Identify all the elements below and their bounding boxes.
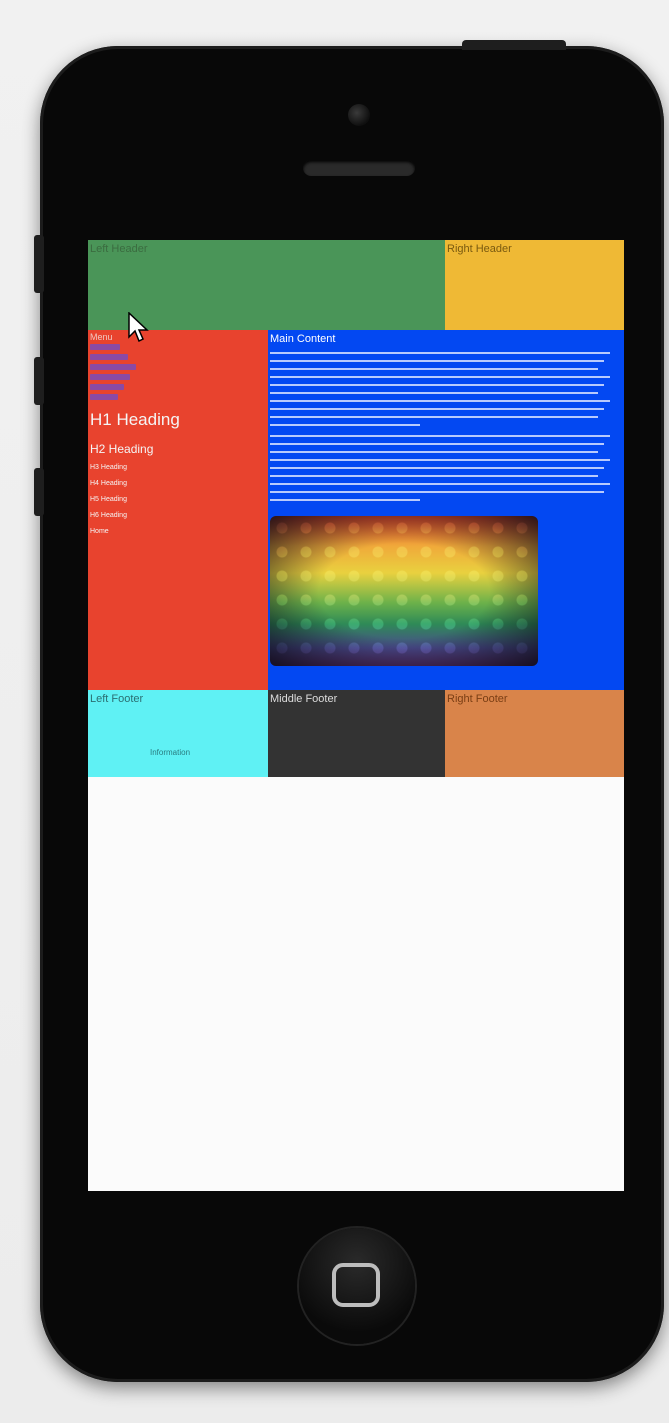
text-line [270,483,610,485]
text-line [270,408,604,410]
text-line [270,352,610,354]
text-line [270,376,610,378]
home-button-icon [332,1263,380,1307]
sidebar-h2: H2 Heading [90,442,154,456]
volume-down-button [34,468,44,516]
nav-link-3[interactable] [90,364,136,370]
mute-switch [34,235,44,293]
text-line [270,499,420,501]
text-line [270,443,604,445]
earpiece-speaker [303,160,415,176]
text-line [270,491,604,493]
text-line [270,467,604,469]
sidebar-item: H5 Heading [90,496,127,503]
text-line [270,424,420,426]
text-line [270,451,598,453]
left-header-label: Left Header [90,243,148,255]
nav-link-1[interactable] [90,344,120,350]
sidebar-item: Home [90,528,109,535]
text-line [270,435,610,437]
right-header: Right Header [445,240,624,330]
text-line [270,400,610,402]
text-line [270,368,598,370]
left-footer-label: Left Footer [90,693,144,705]
mouse-pointer-icon [128,312,149,343]
front-camera-icon [348,104,370,126]
sidebar: Menu H1 Heading H2 Heading H3 Heading H4… [88,330,268,690]
nav-link-4[interactable] [90,374,130,380]
text-line [270,475,598,477]
power-button [462,40,566,50]
sidebar-item: H3 Heading [90,464,127,471]
main-content-title: Main Content [270,333,336,345]
sidebar-h1: H1 Heading [90,410,180,429]
sidebar-top-label: Menu [90,332,113,342]
pattern-image [270,516,538,666]
text-line [270,416,598,418]
sidebar-item: H4 Heading [90,480,127,487]
middle-footer: Middle Footer [268,690,445,777]
phone-screen: Left Header Right Header Menu H1 Heading… [88,240,624,1191]
text-line [270,392,598,394]
volume-up-button [34,357,44,405]
main-content: Main Content [268,330,624,690]
right-footer: Right Footer [445,690,624,777]
text-line [270,459,610,461]
image-pattern-overlay [270,516,538,666]
left-footer: Left Footer Information [88,690,268,777]
nav-link-2[interactable] [90,354,128,360]
text-line [270,360,604,362]
text-line [270,384,604,386]
right-footer-label: Right Footer [447,693,508,705]
right-header-label: Right Header [447,243,512,255]
middle-footer-label: Middle Footer [270,693,338,705]
sidebar-item: H6 Heading [90,512,127,519]
information-link[interactable]: Information [150,748,190,757]
nav-link-6[interactable] [90,394,118,400]
nav-link-5[interactable] [90,384,124,390]
